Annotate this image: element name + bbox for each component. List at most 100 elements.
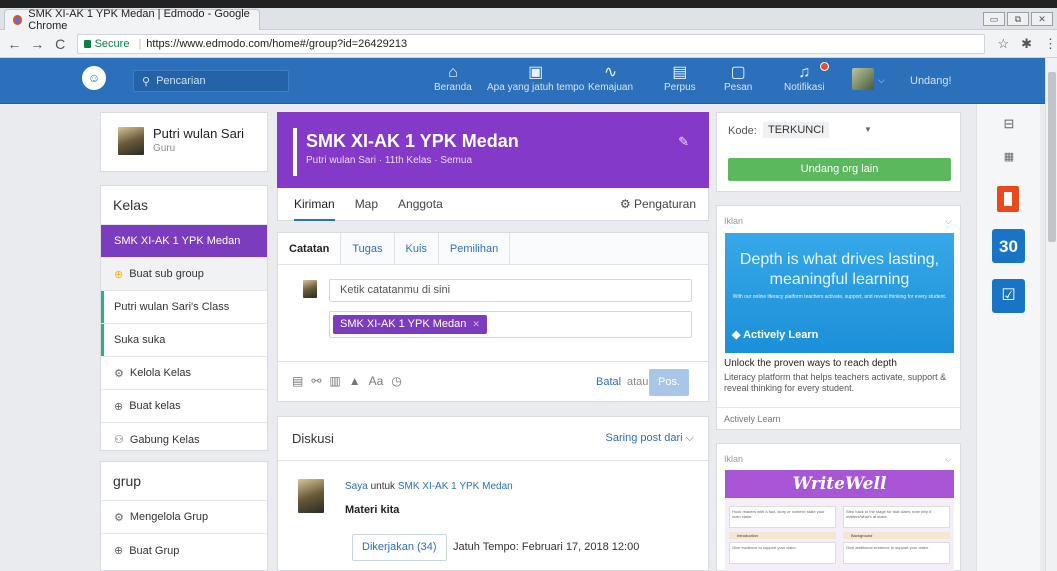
- ad-banner[interactable]: Depth is what drives lasting, meaningful…: [725, 233, 954, 353]
- filter-posts-dropdown[interactable]: Saring post dari ⌵: [606, 432, 694, 445]
- sidebar-item-join-class[interactable]: ⚇ Gabung Kelas: [101, 423, 267, 456]
- invite-link[interactable]: Undang!: [910, 75, 952, 87]
- sidebar-item-create-group[interactable]: ⊕ Buat Grup: [101, 534, 267, 567]
- post-group-link[interactable]: SMK XI-AK 1 YPK Medan: [398, 481, 513, 492]
- sidebar-item-manage-classes[interactable]: ⚙ Kelola Kelas: [101, 357, 267, 390]
- nav-library[interactable]: ▤ Perpus: [664, 64, 696, 93]
- recipient-chip[interactable]: SMK XI-AK 1 YPK Medan ✕: [333, 315, 487, 334]
- home-icon: ⌂: [448, 64, 458, 81]
- profile-card: Putri wulan Sari Guru: [100, 112, 268, 172]
- ad-box: Give evidence to support your claim.: [729, 542, 836, 564]
- ad-section-label: Background: [843, 532, 950, 539]
- tab-members[interactable]: Anggota: [398, 188, 443, 221]
- nav-due-label: Apa yang jatuh tempo: [487, 82, 585, 93]
- ad-title[interactable]: Unlock the proven ways to reach depth: [724, 358, 897, 369]
- nav-due[interactable]: ▣ Apa yang jatuh tempo: [487, 64, 584, 93]
- nav-notifications[interactable]: ♫ Notifikasi: [784, 62, 829, 93]
- ad-banner[interactable]: WriteWell Hook readers with a fact, stor…: [725, 470, 954, 571]
- tab-note[interactable]: Catatan: [278, 233, 342, 264]
- post-avatar[interactable]: [298, 479, 324, 513]
- chevron-down-icon[interactable]: ⌵: [878, 75, 885, 86]
- library-icon[interactable]: ▥: [329, 374, 340, 388]
- note-input[interactable]: Ketik catatanmu di sini: [329, 279, 692, 302]
- scrollbar-thumb[interactable]: [1048, 72, 1056, 242]
- sidebar-item-active-class[interactable]: SMK XI-AK 1 YPK Medan: [101, 225, 267, 258]
- post-button[interactable]: Pos.: [649, 369, 689, 396]
- clock-icon[interactable]: ◷: [391, 374, 401, 388]
- sidebar-item-label: Gabung Kelas: [129, 433, 200, 446]
- code-value[interactable]: TERKUNCI: [763, 122, 830, 138]
- link-icon[interactable]: ⚯: [311, 374, 321, 388]
- browser-tab[interactable]: SMK XI-AK 1 YPK Medan | Edmodo - Google …: [4, 8, 260, 32]
- due-icon: ▣: [528, 64, 544, 81]
- bookmark-star-icon[interactable]: ☆: [997, 36, 1009, 52]
- sidebar-item-create-class[interactable]: ⊕ Buat kelas: [101, 390, 267, 423]
- tab-assignment[interactable]: Tugas: [341, 233, 395, 264]
- remove-chip-icon[interactable]: ✕: [472, 319, 480, 329]
- sidebar-item-manage-groups[interactable]: ⚙ Mengelola Grup: [101, 501, 267, 534]
- composer-divider: [278, 361, 708, 362]
- composer-avatar: [303, 280, 317, 298]
- groups-heading: grup: [101, 462, 267, 501]
- sidebar-item-class[interactable]: Putri wulan Sari's Class: [101, 291, 267, 324]
- group-settings-link[interactable]: ⚙ Pengaturan: [620, 197, 696, 211]
- group-settings-label: Pengaturan: [633, 197, 696, 211]
- back-icon[interactable]: ←: [6, 36, 23, 52]
- calendar-icon[interactable]: 30: [992, 229, 1025, 263]
- ad-card: Iklan ⌵ Depth is what drives lasting, me…: [716, 205, 961, 430]
- forms-icon[interactable]: ☑: [992, 279, 1025, 313]
- chevron-down-icon[interactable]: ⌵: [945, 216, 952, 227]
- nav-messages[interactable]: ▢ Pesan: [724, 64, 752, 93]
- minimize-icon[interactable]: ▭: [983, 12, 1005, 26]
- tab-poll[interactable]: Pemilihan: [439, 233, 511, 264]
- restore-icon[interactable]: ⧉: [1007, 12, 1029, 26]
- sidebar-item-label: Suka suka: [114, 334, 166, 346]
- nav-home[interactable]: ⌂ Beranda: [434, 64, 472, 93]
- or-text: atau: [627, 376, 649, 388]
- recipient-field[interactable]: SMK XI-AK 1 YPK Medan ✕: [329, 311, 692, 338]
- tab-quiz[interactable]: Kuis: [395, 233, 439, 264]
- url-field[interactable]: Secure | https://www.edmodo.com/home#/gr…: [76, 33, 986, 54]
- chevron-down-icon[interactable]: ⌵: [945, 454, 952, 465]
- sidebar-item-label: SMK XI-AK 1 YPK Medan: [114, 235, 241, 247]
- search-input[interactable]: ⚲ Pencarian: [133, 70, 289, 92]
- close-icon[interactable]: ✕: [1031, 12, 1053, 26]
- apps-grid-icon[interactable]: ▦: [995, 150, 1023, 163]
- turned-in-button[interactable]: Dikerjakan (34): [352, 534, 447, 561]
- post-title: Materi kita: [345, 504, 400, 516]
- tab-folders[interactable]: Map: [355, 188, 378, 221]
- edit-pencil-icon[interactable]: ✎: [678, 134, 689, 150]
- ad-brand-label: Actively Learn: [743, 329, 819, 341]
- gear-icon: ⚙: [114, 511, 124, 524]
- ad-label: Iklan: [724, 454, 744, 464]
- sidebar-item-create-subgroup[interactable]: ⊕ Buat sub group: [101, 258, 267, 291]
- sidebar-item-class[interactable]: Suka suka: [101, 324, 267, 357]
- format-text-icon[interactable]: Aa: [369, 374, 384, 388]
- browser-titlebar: SMK XI-AK 1 YPK Medan | Edmodo - Google …: [0, 0, 1057, 32]
- chevron-down-icon[interactable]: ▼: [864, 125, 872, 134]
- lock-icon: [83, 39, 91, 48]
- drive-icon[interactable]: ▲: [349, 374, 361, 388]
- invite-others-button[interactable]: Undang org lain: [728, 158, 951, 181]
- nav-progress[interactable]: ∿ Kemajuan: [588, 64, 633, 93]
- file-icon[interactable]: ▤: [292, 374, 303, 388]
- menu-dots-icon[interactable]: ⋮: [1044, 36, 1057, 52]
- page-scrollbar[interactable]: [1045, 58, 1057, 571]
- office-icon[interactable]: [997, 186, 1019, 212]
- tab-posts[interactable]: Kiriman: [294, 188, 335, 221]
- ad-box: Give additional evidence to support your…: [843, 542, 950, 564]
- group-title: SMK XI-AK 1 YPK Medan: [306, 131, 519, 151]
- store-icon[interactable]: ⊟: [995, 116, 1023, 132]
- profile-avatar[interactable]: [118, 127, 144, 155]
- discussion-feed: Diskusi Saring post dari ⌵ Saya untuk SM…: [277, 416, 709, 571]
- extension-icon[interactable]: ✱: [1021, 36, 1032, 52]
- reload-icon[interactable]: C: [52, 36, 69, 52]
- post-meta: Saya untuk SMK XI-AK 1 YPK Medan: [345, 481, 513, 492]
- user-avatar[interactable]: [852, 68, 874, 90]
- profile-name[interactable]: Putri wulan Sari: [153, 126, 244, 141]
- forward-icon[interactable]: →: [29, 36, 46, 52]
- post-author-link[interactable]: Saya: [345, 481, 368, 492]
- groups-panel: grup ⚙ Mengelola Grup ⊕ Buat Grup: [100, 461, 268, 571]
- cancel-link[interactable]: Batal: [596, 376, 621, 388]
- edmodo-logo-icon[interactable]: ☺: [82, 66, 106, 90]
